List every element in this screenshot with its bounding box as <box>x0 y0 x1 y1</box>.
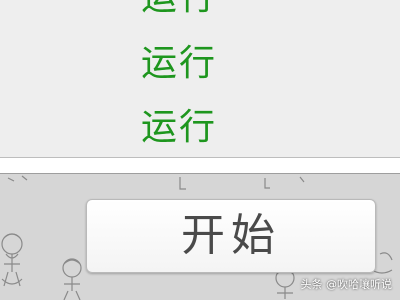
run-log-item: 运行 <box>141 107 218 148</box>
game-screen: 运行 运行 运行 开始 头条 @吹哈嚷听说 <box>0 0 400 300</box>
list-divider <box>0 157 400 174</box>
run-log-item: 运行 <box>141 43 218 84</box>
watermark: 头条 @吹哈嚷听说 <box>300 278 393 291</box>
start-button[interactable]: 开始 <box>86 199 376 273</box>
start-button-label: 开始 <box>181 210 281 261</box>
run-log-item: 运行 <box>141 0 217 18</box>
run-log-list: 运行 运行 运行 <box>0 0 400 157</box>
